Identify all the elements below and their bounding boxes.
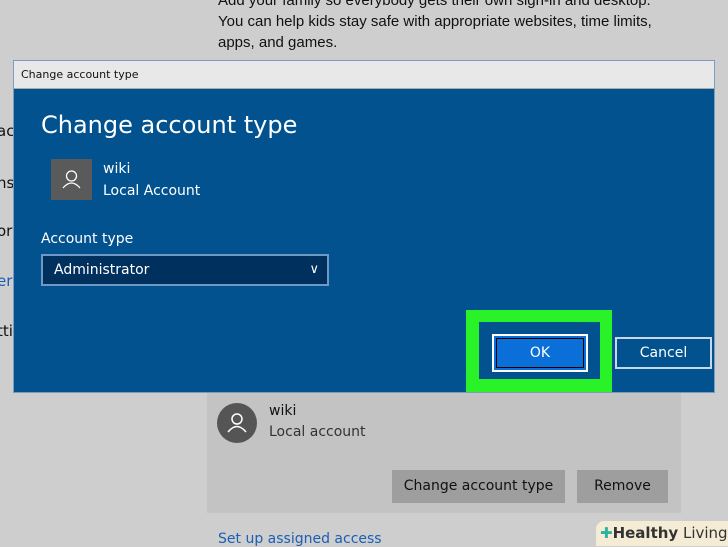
user-type: Local Account [103,183,201,199]
family-description: Add your family so everybody gets their … [218,0,652,51]
account-type: Local account [269,424,366,440]
plus-icon: ✚ [600,524,613,542]
change-account-type-button[interactable]: Change account type [392,470,565,503]
sidebar-fragment[interactable]: er [0,272,12,290]
user-icon [227,413,247,433]
ok-button[interactable]: OK [492,334,588,372]
avatar [51,159,92,200]
assigned-access-link[interactable]: Set up assigned access [218,531,382,547]
cancel-button[interactable]: Cancel [615,337,712,369]
account-card[interactable]: wiki Local account Change account type R… [207,393,681,513]
account-name: wiki [269,403,297,419]
watermark-logo: ✚Healthy Living [596,521,728,546]
sidebar-fragment[interactable]: or [0,222,12,240]
sidebar-fragment[interactable]: tti [0,322,13,340]
dialog-heading: Change account type [41,111,298,139]
remove-button[interactable]: Remove [577,470,668,503]
user-name: wiki [103,161,131,177]
dialog-title-bar: Change account type [14,61,714,89]
change-account-type-dialog: Change account type Change account type … [13,60,715,393]
user-icon [62,170,81,189]
account-type-select[interactable]: Administrator ∨ [41,254,329,286]
chevron-down-icon: ∨ [309,262,319,277]
avatar [217,403,257,443]
account-type-label: Account type [41,231,134,247]
